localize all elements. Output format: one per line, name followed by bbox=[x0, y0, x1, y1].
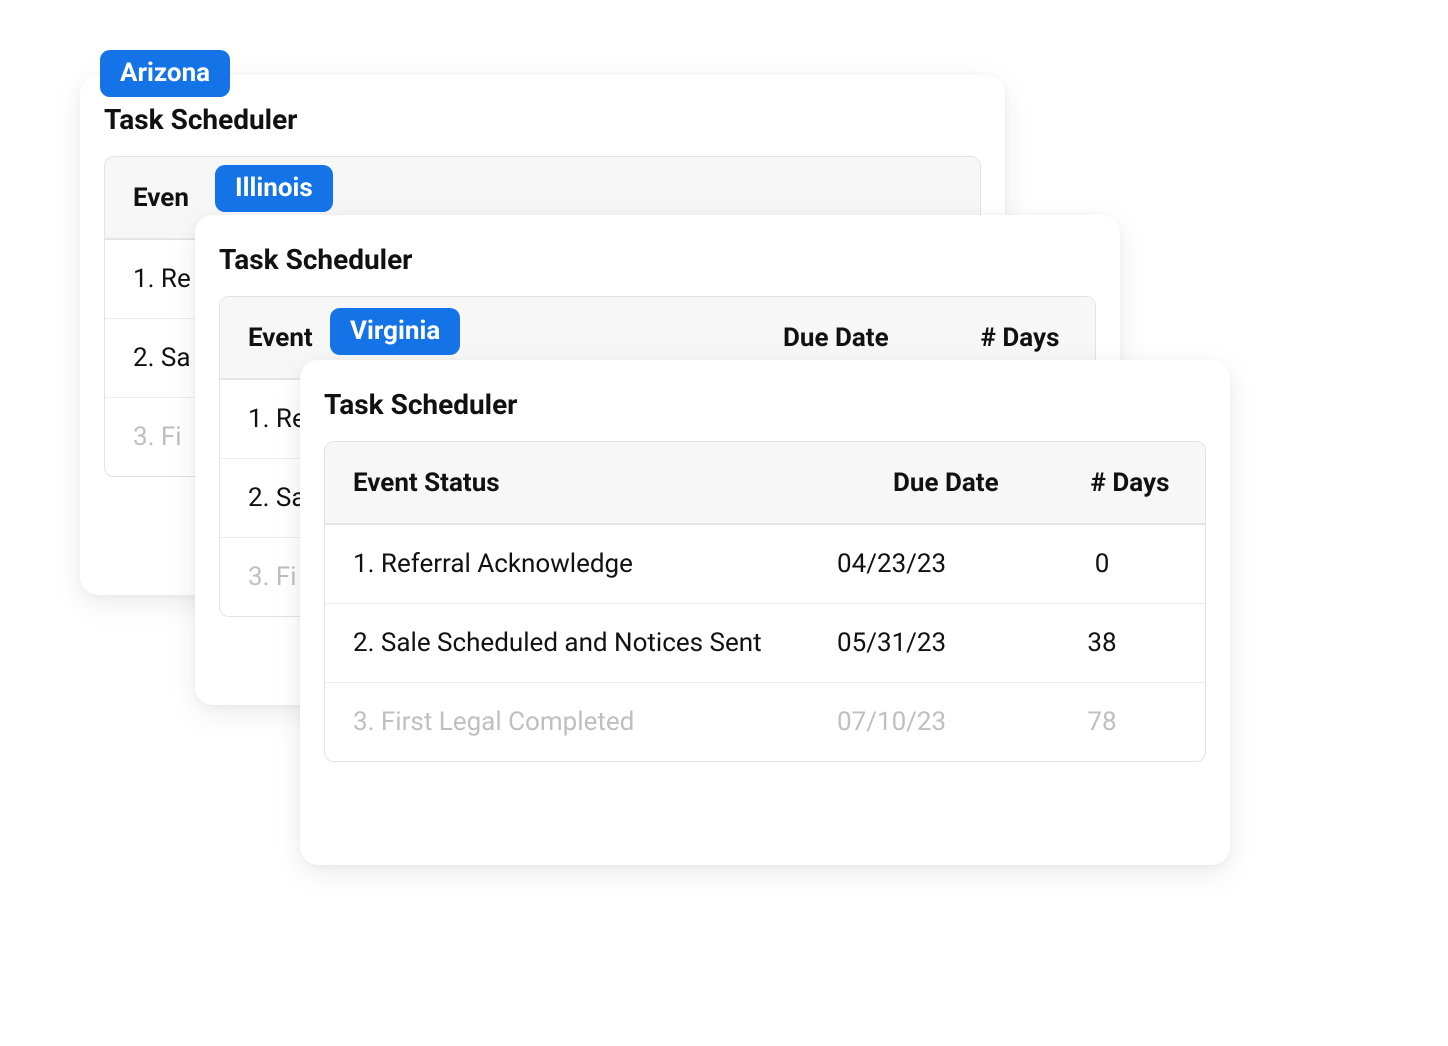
scheduler-card-virginia: Task Scheduler Event Status Due Date # D… bbox=[300, 360, 1230, 865]
state-tag-illinois: Illinois bbox=[215, 165, 333, 212]
state-tag-arizona: Arizona bbox=[100, 50, 230, 97]
task-table: Event Status Due Date # Days 1. Referral… bbox=[324, 441, 1206, 762]
table-row[interactable]: 2. Sale Scheduled and Notices Sent 05/31… bbox=[325, 604, 1205, 683]
card-title: Task Scheduler bbox=[300, 360, 1230, 441]
cell-event: 3. First Legal Completed bbox=[353, 707, 837, 737]
col-header-event: Event Status bbox=[325, 442, 865, 524]
state-tag-virginia: Virginia bbox=[330, 308, 460, 355]
table-row[interactable]: 3. First Legal Completed 07/10/23 78 bbox=[325, 683, 1205, 761]
card-title: Task Scheduler bbox=[195, 215, 1120, 296]
col-header-due: Due Date bbox=[865, 442, 1055, 524]
cell-event: 2. Sale Scheduled and Notices Sent bbox=[353, 628, 837, 658]
cell-days: 78 bbox=[1027, 707, 1177, 737]
cell-due-date: 05/31/23 bbox=[837, 628, 1027, 658]
cell-due-date: 07/10/23 bbox=[837, 707, 1027, 737]
cell-days: 0 bbox=[1027, 549, 1177, 579]
table-header-row: Event Status Due Date # Days bbox=[325, 442, 1205, 525]
cell-event: 1. Referral Acknowledge bbox=[353, 549, 837, 579]
col-header-days: # Days bbox=[1055, 442, 1205, 524]
table-row[interactable]: 1. Referral Acknowledge 04/23/23 0 bbox=[325, 525, 1205, 604]
cell-days: 38 bbox=[1027, 628, 1177, 658]
cell-due-date: 04/23/23 bbox=[837, 549, 1027, 579]
